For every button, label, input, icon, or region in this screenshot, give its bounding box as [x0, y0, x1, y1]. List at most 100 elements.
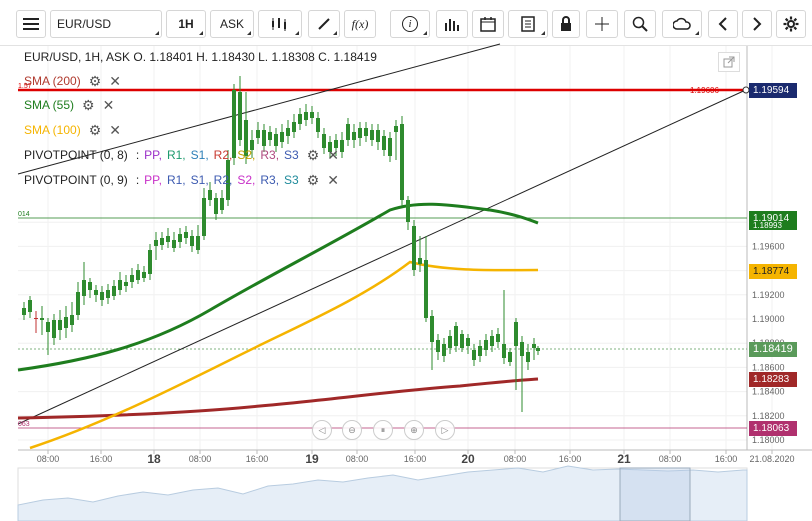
time-tick-label: 21.08.2020: [749, 454, 794, 464]
candle-body: [376, 130, 380, 142]
time-tick-label: 08:00: [189, 454, 212, 464]
indicator-sma-200[interactable]: SMA (200) ⚙ ✕: [24, 72, 121, 90]
price-label-resistance: 1.19594: [749, 83, 797, 98]
zoom-in-icon: ⊕: [410, 424, 418, 435]
chevron-left-icon: ◁: [318, 424, 326, 435]
indicator-label: PIVOTPOINT (0, 9): [24, 173, 128, 187]
candle-body: [532, 344, 536, 348]
pivot-r3: R3,: [260, 148, 280, 162]
close-icon[interactable]: ✕: [109, 122, 121, 139]
time-axis: 08:00 16:00 18 08:00 16:00 19 08:00 16:00 20 08:0…: [37, 450, 795, 466]
candle-body: [442, 344, 446, 356]
indicator-pivot-9[interactable]: PIVOTPOINT (0, 9) : PP, R1, S1, R2, S2, …: [24, 171, 339, 189]
candle-body: [130, 275, 134, 282]
candle-body: [82, 280, 86, 296]
edge-mark-mid: 014: [18, 211, 30, 218]
pan-right-button[interactable]: ▷: [435, 420, 455, 440]
zoom-out-button[interactable]: ⊖: [342, 420, 362, 440]
candle-body: [460, 334, 464, 348]
candle-body: [280, 132, 284, 142]
candle-body: [184, 232, 188, 238]
candle-body: [220, 198, 224, 210]
candle-body: [292, 122, 296, 132]
close-icon[interactable]: ✕: [109, 73, 121, 90]
close-icon[interactable]: ✕: [327, 147, 339, 164]
time-tick-label: 08:00: [346, 454, 369, 464]
price-tick-label: 1.19000: [752, 314, 785, 324]
candle-body: [382, 136, 386, 150]
export-button[interactable]: [718, 52, 740, 72]
candle-body: [106, 290, 110, 298]
reset-button[interactable]: ⏸: [373, 420, 393, 440]
time-tick-label: 08:00: [504, 454, 527, 464]
candle-body: [58, 320, 62, 330]
candle-body: [286, 128, 290, 136]
candle-body: [536, 348, 540, 351]
candle-body: [112, 286, 116, 296]
chart-grid: [18, 46, 773, 450]
candle-body: [268, 132, 272, 140]
pivot-r2: R2,: [213, 173, 233, 187]
price-axis: 1.198001.196001.194001.192001.190001.188…: [752, 217, 785, 445]
gear-icon[interactable]: ⚙: [307, 172, 320, 189]
gear-icon[interactable]: ⚙: [89, 73, 102, 90]
time-tick-label: 16:00: [559, 454, 582, 464]
pivot-s1: S1,: [190, 148, 209, 162]
candle-body: [172, 240, 176, 248]
gear-icon[interactable]: ⚙: [82, 97, 95, 114]
time-tick-label: 21: [617, 452, 631, 466]
price-label-sma55: 1.18993: [749, 221, 797, 230]
candle-body: [46, 322, 50, 332]
candle-body: [340, 140, 344, 152]
navigator-window[interactable]: [619, 467, 691, 521]
candle-body: [64, 317, 68, 328]
candle-body: [508, 352, 512, 362]
price-tick-label: 1.19200: [752, 290, 785, 300]
candle-body: [418, 258, 422, 264]
candle-body: [514, 322, 518, 346]
zoom-out-icon: ⊖: [348, 424, 356, 435]
candle-body: [412, 226, 416, 270]
gear-icon[interactable]: ⚙: [307, 147, 320, 164]
candle-body: [502, 344, 506, 358]
candle-body: [454, 326, 458, 346]
candle-body: [388, 138, 392, 156]
pivot-r1: R1,: [166, 148, 186, 162]
candle-body: [370, 130, 374, 140]
zoom-in-button[interactable]: ⊕: [404, 420, 424, 440]
candle-body: [400, 124, 404, 200]
external-link-icon: [723, 56, 735, 68]
candle-body: [478, 346, 482, 356]
indicator-label: SMA (100): [24, 123, 81, 137]
candle-body: [88, 282, 92, 290]
candle-body: [304, 112, 308, 120]
candle-body: [190, 236, 194, 246]
candle-body: [364, 128, 368, 136]
pivot-s3: S3: [284, 148, 299, 162]
indicator-label: SMA (200): [24, 74, 81, 88]
pan-left-button[interactable]: ◁: [312, 420, 332, 440]
close-icon[interactable]: ✕: [327, 172, 339, 189]
pivot-s3: S3: [284, 173, 299, 187]
chevron-right-icon: ▷: [441, 424, 449, 435]
candle-body: [76, 292, 80, 315]
pivot-pp: PP,: [144, 148, 162, 162]
candle-body: [424, 260, 428, 318]
time-tick-label: 16:00: [90, 454, 113, 464]
gear-icon[interactable]: ⚙: [89, 122, 102, 139]
close-icon[interactable]: ✕: [103, 97, 115, 114]
indicator-sma-100[interactable]: SMA (100) ⚙ ✕: [24, 121, 121, 139]
sma-100-line[interactable]: [29, 260, 539, 450]
pivot-r3: R3,: [260, 173, 280, 187]
candle-body: [484, 340, 488, 350]
candle-body: [208, 190, 212, 200]
sma-200-line[interactable]: [17, 377, 539, 420]
indicator-label: PIVOTPOINT (0, 8): [24, 148, 128, 162]
candle-body: [124, 282, 128, 286]
indicator-sma-55[interactable]: SMA (55) ⚙ ✕: [24, 96, 114, 114]
candle-body: [94, 290, 98, 295]
time-tick-label: 16:00: [246, 454, 269, 464]
indicator-pivot-8[interactable]: PIVOTPOINT (0, 8) : PP, R1, S1, R2, S2, …: [24, 146, 339, 164]
price-chart[interactable]: 1.198001.196001.194001.192001.190001.188…: [0, 0, 812, 521]
pivot-r2: R2,: [213, 148, 233, 162]
